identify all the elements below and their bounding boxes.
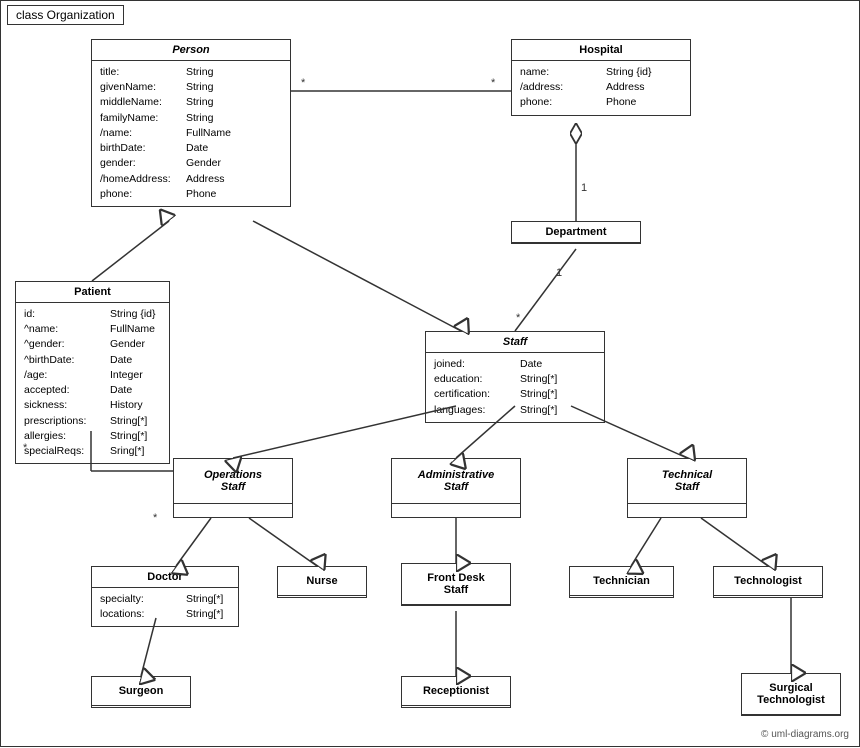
- doctor-name: Doctor: [92, 567, 238, 588]
- class-front-desk-staff: Front DeskStaff: [401, 563, 511, 606]
- class-technical-staff: TechnicalStaff: [627, 458, 747, 518]
- patient-attrs: id:String {id} ^name:FullName ^gender:Ge…: [16, 303, 169, 463]
- class-receptionist: Receptionist: [401, 676, 511, 708]
- hospital-name: Hospital: [512, 40, 690, 61]
- staff-name: Staff: [426, 332, 604, 353]
- svg-text:*: *: [491, 77, 496, 89]
- operations-staff-name: OperationsStaff: [174, 459, 292, 504]
- class-surgeon: Surgeon: [91, 676, 191, 708]
- class-staff: Staff joined:Date education:String[*] ce…: [425, 331, 605, 423]
- department-name: Department: [512, 222, 640, 243]
- surgeon-name: Surgeon: [92, 677, 190, 706]
- class-hospital: Hospital name:String {id} /address:Addre…: [511, 39, 691, 116]
- class-person: Person title:String givenName:String mid…: [91, 39, 291, 207]
- class-nurse: Nurse: [277, 566, 367, 598]
- technical-staff-name: TechnicalStaff: [628, 459, 746, 504]
- doctor-attrs: specialty:String[*] locations:String[*]: [92, 588, 238, 626]
- person-attrs: title:String givenName:String middleName…: [92, 61, 290, 206]
- svg-text:*: *: [153, 512, 158, 524]
- svg-text:1: 1: [581, 182, 587, 194]
- class-technologist: Technologist: [713, 566, 823, 598]
- class-patient: Patient id:String {id} ^name:FullName ^g…: [15, 281, 170, 464]
- technician-name: Technician: [570, 567, 673, 596]
- diagram-container: class Organization Person title:String g…: [0, 0, 860, 747]
- class-surgical-technologist: SurgicalTechnologist: [741, 673, 841, 716]
- class-operations-staff: OperationsStaff: [173, 458, 293, 518]
- hospital-attrs: name:String {id} /address:Address phone:…: [512, 61, 690, 115]
- receptionist-name: Receptionist: [402, 677, 510, 706]
- staff-attrs: joined:Date education:String[*] certific…: [426, 353, 604, 422]
- patient-name: Patient: [16, 282, 169, 303]
- class-doctor: Doctor specialty:String[*] locations:Str…: [91, 566, 239, 627]
- class-technician: Technician: [569, 566, 674, 598]
- person-name: Person: [92, 40, 290, 61]
- administrative-staff-name: AdministrativeStaff: [392, 459, 520, 504]
- technologist-name: Technologist: [714, 567, 822, 596]
- class-department: Department: [511, 221, 641, 244]
- svg-text:1: 1: [556, 267, 562, 279]
- svg-text:*: *: [301, 77, 306, 89]
- class-administrative-staff: AdministrativeStaff: [391, 458, 521, 518]
- nurse-name: Nurse: [278, 567, 366, 596]
- front-desk-staff-name: Front DeskStaff: [402, 564, 510, 605]
- svg-text:*: *: [516, 312, 521, 324]
- copyright: © uml-diagrams.org: [761, 729, 849, 740]
- surgical-technologist-name: SurgicalTechnologist: [742, 674, 840, 715]
- diagram-title: class Organization: [7, 5, 124, 25]
